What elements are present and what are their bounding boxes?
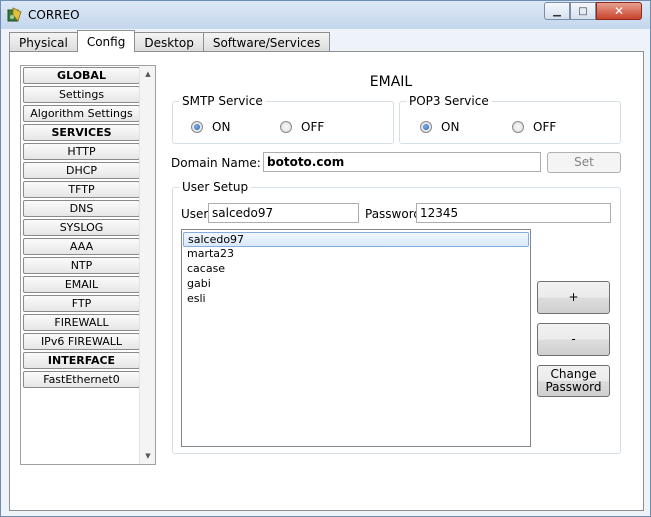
tab-software-services[interactable]: Software/Services [202,32,331,52]
sidebar-item-settings[interactable]: Settings [23,86,140,103]
window: CORREO ▁ □ ✕ Physical Config Desktop Sof… [0,0,651,517]
sidebar-item-ntp[interactable]: NTP [23,257,140,274]
pop3-off-radio[interactable]: OFF [512,120,556,134]
minimize-icon: ▁ [553,5,561,17]
smtp-on-radio[interactable]: ON [191,120,230,134]
sidebar-list: GLOBAL Settings Algorithm Settings SERVICES… [23,67,140,390]
scroll-up-arrow-icon[interactable]: ▲ [140,66,156,82]
window-title: CORREO [28,8,80,22]
smtp-service-group: SMTP Service [172,94,394,144]
sidebar-item-firewall[interactable]: FIREWALL [23,314,140,331]
tab-config[interactable]: Config [76,30,136,52]
password-input[interactable]: 12345 [416,203,611,223]
smtp-off-radio[interactable]: OFF [280,120,324,134]
sidebar-item-global[interactable]: GLOBAL [23,67,140,84]
user-list-item[interactable]: gabi [183,277,529,292]
domain-name-input[interactable]: bototo.com [263,152,541,172]
password-label: Password [365,207,422,221]
smtp-on-label: ON [212,120,231,134]
user-setup-legend: User Setup [182,180,249,194]
sidebar-item-fastethernet0[interactable]: FastEthernet0 [23,371,140,388]
user-list-item[interactable]: cacase [183,262,529,277]
radio-unchecked-icon [280,121,292,133]
radio-checked-icon [420,121,432,133]
close-button[interactable]: ✕ [596,2,642,20]
sidebar-item-dns[interactable]: DNS [23,200,140,217]
user-list-item[interactable]: salcedo97 [183,232,529,247]
sidebar-item-dhcp[interactable]: DHCP [23,162,140,179]
user-label: User [181,207,209,221]
sidebar-item-ipv6-firewall[interactable]: IPv6 FIREWALL [23,333,140,350]
scroll-down-arrow-icon[interactable]: ▼ [140,448,156,464]
pop3-on-radio[interactable]: ON [420,120,459,134]
packet-tracer-icon [7,7,22,22]
sidebar-item-algorithm-settings[interactable]: Algorithm Settings [23,105,140,122]
maximize-button[interactable]: □ [570,2,596,20]
set-domain-button[interactable]: Set [547,152,621,173]
title-bar[interactable]: CORREO ▁ □ ✕ [1,1,650,29]
smtp-service-legend: SMTP Service [182,94,263,108]
config-panel: GLOBAL Settings Algorithm Settings SERVICES… [9,51,644,511]
sidebar-item-http[interactable]: HTTP [23,143,140,160]
remove-user-button[interactable]: - [537,323,610,356]
sidebar-item-email[interactable]: EMAIL [23,276,140,293]
pop3-service-group: POP3 Service [399,94,621,144]
sidebar-item-syslog[interactable]: SYSLOG [23,219,140,236]
sidebar-item-tftp[interactable]: TFTP [23,181,140,198]
page-title: EMAIL [369,74,413,90]
close-icon: ✕ [613,4,625,18]
user-list[interactable]: salcedo97 marta23 cacase gabi esli [181,229,531,447]
user-list-items: salcedo97 marta23 cacase gabi esli [182,232,530,307]
pop3-off-label: OFF [533,120,557,134]
pop3-service-legend: POP3 Service [409,94,489,108]
user-list-item[interactable]: marta23 [183,247,529,262]
domain-name-label: Domain Name: [171,156,261,170]
sidebar-scrollbar[interactable]: ▲ ▼ [139,66,155,464]
smtp-off-label: OFF [301,120,325,134]
tab-bar: Physical Config Desktop Software/Service… [9,30,331,52]
radio-unchecked-icon [512,121,524,133]
change-password-button[interactable]: Change Password [537,365,610,397]
maximize-icon: □ [578,5,588,17]
sidebar-item-interface[interactable]: INTERFACE [23,352,140,369]
sidebar-item-services[interactable]: SERVICES [23,124,140,141]
sidebar-item-aaa[interactable]: AAA [23,238,140,255]
radio-checked-icon [191,121,203,133]
add-user-button[interactable]: + [537,281,610,314]
tab-physical[interactable]: Physical [9,32,78,52]
config-sidebar: GLOBAL Settings Algorithm Settings SERVICES… [20,65,156,465]
pop3-on-label: ON [441,120,460,134]
user-input[interactable]: salcedo97 [208,203,359,223]
sidebar-item-ftp[interactable]: FTP [23,295,140,312]
user-list-item[interactable]: esli [183,292,529,307]
tab-desktop[interactable]: Desktop [134,32,204,52]
minimize-button[interactable]: ▁ [544,2,570,20]
